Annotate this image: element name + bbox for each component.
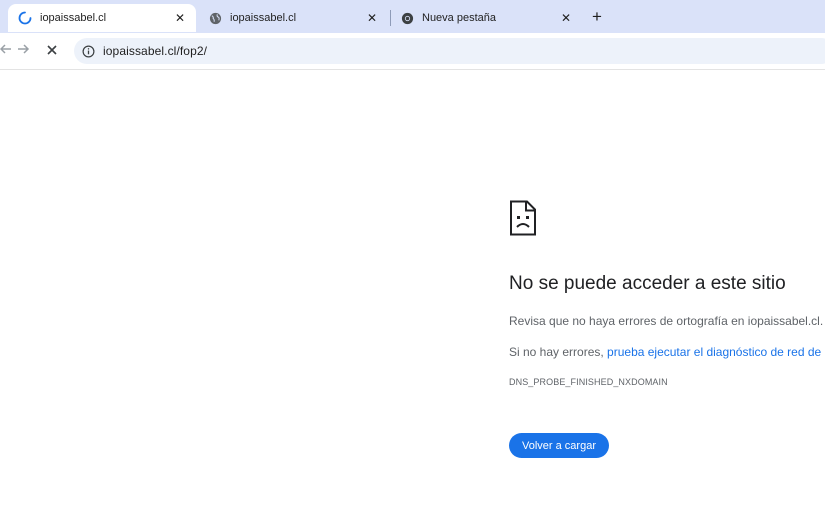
tab-iopaissabel-active[interactable]: iopaissabel.cl ✕ bbox=[8, 4, 196, 32]
stop-icon bbox=[46, 43, 58, 60]
close-icon[interactable]: ✕ bbox=[364, 10, 380, 26]
info-icon[interactable] bbox=[81, 44, 95, 58]
tab-title: Nueva pestaña bbox=[422, 12, 496, 24]
error-code: DNS_PROBE_FINISHED_NXDOMAIN bbox=[509, 377, 668, 387]
forward-button[interactable] bbox=[13, 41, 33, 61]
network-diagnostics-link[interactable]: prueba ejecutar el diagnóstico de red de bbox=[607, 345, 821, 359]
error-title: No se puede acceder a este sitio bbox=[509, 273, 786, 294]
error-suggestion-diagnostics: Si no hay errores, prueba ejecutar el di… bbox=[509, 345, 821, 359]
reload-button[interactable]: Volver a cargar bbox=[509, 433, 609, 458]
url-text[interactable]: iopaissabel.cl/fop2/ bbox=[103, 44, 207, 58]
tab-strip: iopaissabel.cl ✕ iopaissabel.cl ✕ Nueva … bbox=[0, 0, 825, 33]
chrome-icon bbox=[400, 11, 414, 25]
error-suggestion-text: Revisa que no haya errores de ortografía… bbox=[509, 314, 824, 328]
arrow-right-icon bbox=[16, 42, 30, 60]
close-icon[interactable]: ✕ bbox=[172, 10, 188, 26]
error-page: No se puede acceder a este sitio Revisa … bbox=[0, 70, 825, 506]
loading-spinner-icon bbox=[18, 11, 32, 25]
toolbar: iopaissabel.cl/fop2/ bbox=[0, 33, 825, 70]
stop-button[interactable] bbox=[42, 41, 62, 61]
tab-iopaissabel[interactable]: iopaissabel.cl ✕ bbox=[198, 4, 388, 32]
error-suggestion-prefix: Si no hay errores, bbox=[509, 345, 608, 359]
new-tab-button[interactable]: + bbox=[587, 7, 607, 27]
error-suggestion-spelling: Revisa que no haya errores de ortografía… bbox=[509, 314, 823, 328]
arrow-left-icon bbox=[0, 42, 13, 60]
browser-window: iopaissabel.cl ✕ iopaissabel.cl ✕ Nueva … bbox=[0, 0, 825, 506]
tab-nueva-pestana[interactable]: Nueva pestaña ✕ bbox=[390, 4, 582, 32]
tab-title: iopaissabel.cl bbox=[40, 12, 107, 24]
sad-page-icon bbox=[510, 200, 536, 236]
address-bar[interactable]: iopaissabel.cl/fop2/ bbox=[74, 38, 825, 64]
tab-title: iopaissabel.cl bbox=[230, 12, 297, 24]
globe-icon bbox=[208, 11, 222, 25]
close-icon[interactable]: ✕ bbox=[558, 10, 574, 26]
